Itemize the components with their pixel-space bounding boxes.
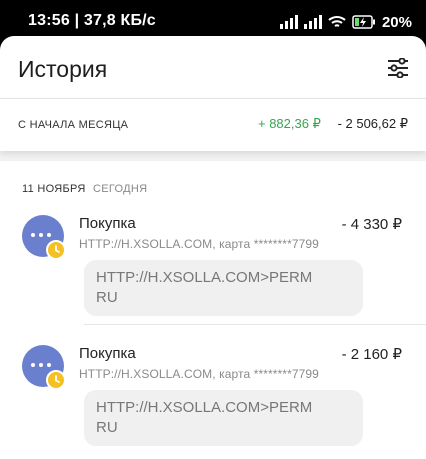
date-relative-label: СЕГОДНЯ [93,183,148,195]
summary-expense: - 2 506,62 ₽ [337,116,408,131]
more-dots-icon [31,233,51,237]
status-icons: 20% [279,12,412,32]
page-title: История [18,56,108,82]
filter-sliders-icon [388,58,408,78]
date-header: 11 НОЯБРЯ СЕГОДНЯ [0,161,426,195]
summary-label: С НАЧАЛА МЕСЯЦА [18,119,129,131]
clock-icon [46,370,66,390]
date-label: 11 НОЯБРЯ [22,183,86,195]
filter-button[interactable] [384,54,412,82]
transaction-comment-text: HTTP://H.XSOLLA.COM>PERM RU [96,399,313,436]
section-gap [0,151,426,161]
transaction-name: Покупка [79,345,136,362]
transaction-comment: HTTP://H.XSOLLA.COM>PERM RU [84,390,363,446]
status-time-speed: 13:56 | 37,8 КБ/с [28,12,156,29]
transaction-amount: - 4 330 ₽ [341,216,402,233]
month-summary[interactable]: С НАЧАЛА МЕСЯЦА + 882,36 ₽ - 2 506,62 ₽ [0,98,426,151]
summary-income: + 882,36 ₽ [258,116,321,131]
transaction-comment-text: HTTP://H.XSOLLA.COM>PERM RU [96,269,313,306]
status-bar: 13:56 | 37,8 КБ/с 20% [0,0,426,40]
signal-icon [279,15,298,29]
more-dots-icon [31,363,51,367]
wifi-icon [328,15,346,29]
transaction-row[interactable]: Покупка - 2 160 ₽ HTTP://H.XSOLLA.COM, к… [0,325,426,455]
transaction-row[interactable]: Покупка - 4 330 ₽ HTTP://H.XSOLLA.COM, к… [0,195,426,325]
battery-percent: 20% [381,13,412,31]
transaction-name: Покупка [79,215,136,232]
history-screen: История С НАЧАЛА МЕСЯЦА + 882,36 ₽ - 2 5… [0,36,426,459]
battery-charging-icon [352,15,376,29]
header: История [0,36,426,98]
signal-icon [303,15,322,29]
transaction-details: HTTP://H.XSOLLA.COM, карта ********7799 [79,367,319,381]
transaction-details: HTTP://H.XSOLLA.COM, карта ********7799 [79,237,319,251]
transaction-amount: - 2 160 ₽ [341,346,402,363]
clock-icon [46,240,66,260]
transaction-comment: HTTP://H.XSOLLA.COM>PERM RU [84,260,363,316]
